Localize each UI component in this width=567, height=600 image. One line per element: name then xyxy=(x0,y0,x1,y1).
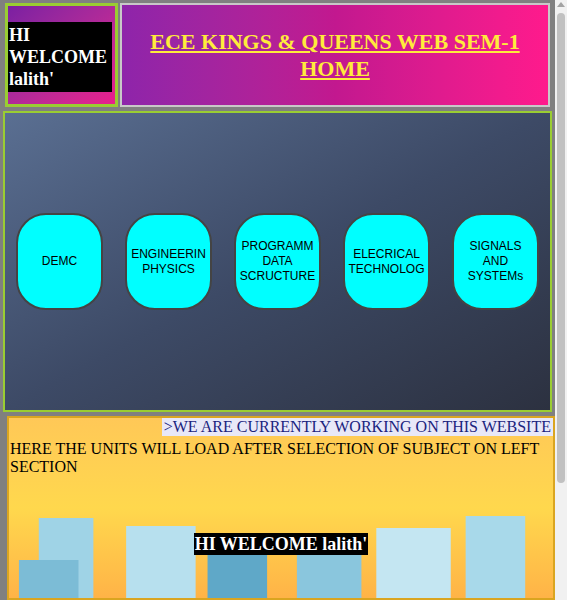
subject-label: DATA xyxy=(262,254,292,269)
subject-label: ELECRICAL xyxy=(353,247,420,262)
subject-label: TECHNOLOG xyxy=(348,262,424,277)
welcome-row: HI WELCOME lalith' xyxy=(9,476,553,555)
subject-button[interactable]: ENGINEERINPHYSICS xyxy=(125,213,212,310)
header-row: HI WELCOME lalith' ECE KINGS & QUEENS WEB… xyxy=(0,3,555,107)
subject-label: AND xyxy=(483,254,508,269)
scrollbar-thumb[interactable] xyxy=(557,13,565,483)
subject-label: PROGRAMM xyxy=(242,239,314,254)
main-column: HI WELCOME lalith' ECE KINGS & QUEENS WEB… xyxy=(0,0,555,600)
page-title: ECE KINGS & QUEENS WEB SEM-1 HOME xyxy=(130,28,540,82)
subject-label: SCRUCTURE xyxy=(240,269,315,284)
notice-marquee: >WE ARE CURRENTLY WORKING ON THIS WEBSIT… xyxy=(162,418,553,436)
content-panel: >WE ARE CURRENTLY WORKING ON THIS WEBSIT… xyxy=(7,416,555,600)
notice-row: >WE ARE CURRENTLY WORKING ON THIS WEBSIT… xyxy=(9,418,553,436)
placeholder-text: HERE THE UNITS WILL LOAD AFTER SELECTION… xyxy=(9,436,553,476)
page: HI WELCOME lalith' ECE KINGS & QUEENS WEB… xyxy=(0,0,567,600)
subject-label: SYSTEMs xyxy=(468,269,523,284)
scrollbar[interactable] xyxy=(555,0,567,600)
subject-button[interactable]: DEMC xyxy=(16,213,103,310)
subject-button[interactable]: PROGRAMMDATASCRUCTURE xyxy=(234,213,321,310)
subject-label: PHYSICS xyxy=(142,262,195,277)
subject-label: DEMC xyxy=(42,254,77,269)
welcome-text: HI WELCOME lalith' xyxy=(194,533,369,555)
subject-panel: DEMC ENGINEERINPHYSICS PROGRAMMDATASCRUCTU… xyxy=(3,111,552,412)
subject-label: SIGNALS xyxy=(469,239,521,254)
subject-button[interactable]: SIGNALSANDSYSTEMs xyxy=(452,213,539,310)
greeting-text: HI WELCOME lalith' xyxy=(8,22,112,92)
scroll-up-icon[interactable] xyxy=(557,2,565,7)
subject-button[interactable]: ELECRICALTECHNOLOG xyxy=(343,213,430,310)
title-box: ECE KINGS & QUEENS WEB SEM-1 HOME xyxy=(120,3,550,107)
subject-label: ENGINEERIN xyxy=(131,247,206,262)
greeting-box: HI WELCOME lalith' xyxy=(5,3,118,107)
